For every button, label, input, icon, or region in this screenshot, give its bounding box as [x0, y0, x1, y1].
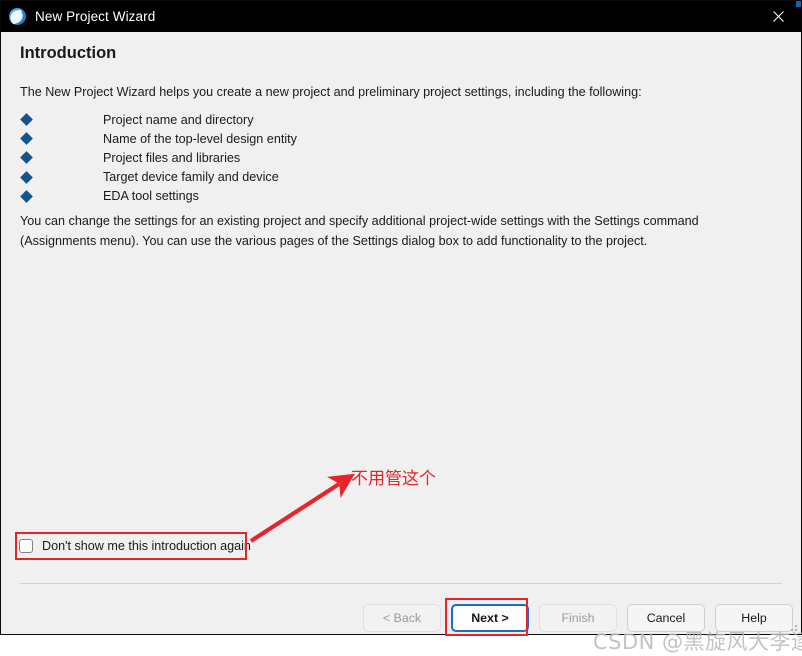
new-project-wizard-window: New Project Wizard Introduction The New … — [0, 0, 802, 654]
quartus-globe-icon — [9, 8, 26, 25]
list-item-label: Project files and libraries — [103, 150, 241, 165]
dialog-footer: < Back Next > Finish Cancel Help — [1, 598, 801, 638]
help-button[interactable]: Help — [715, 604, 793, 632]
list-item: Project name and directory — [20, 110, 520, 129]
list-item: Project files and libraries — [20, 148, 520, 167]
resize-grip[interactable] — [788, 622, 797, 631]
close-icon[interactable] — [756, 1, 801, 32]
cancel-button[interactable]: Cancel — [627, 604, 705, 632]
list-item-label: Name of the top-level design entity — [103, 131, 297, 146]
diamond-bullet-icon — [20, 170, 33, 184]
window-titlebar: New Project Wizard — [1, 1, 801, 32]
checkbox-box-icon[interactable] — [19, 539, 33, 553]
window-title: New Project Wizard — [35, 9, 156, 24]
list-item-label: Project name and directory — [103, 112, 254, 127]
next-button-group: Next > — [441, 598, 529, 636]
list-item: Target device family and device — [20, 168, 520, 187]
list-item-label: EDA tool settings — [103, 189, 199, 204]
finish-button[interactable]: Finish — [539, 604, 617, 632]
titlebar-corner-accent — [796, 1, 801, 7]
diamond-bullet-icon — [20, 189, 33, 203]
feature-list: Project name and directory Name of the t… — [20, 110, 520, 206]
annotation-note: 不用管这个 — [351, 469, 436, 489]
settings-paragraph: You can change the settings for an exist… — [20, 214, 699, 248]
page-title: Introduction — [20, 44, 117, 62]
dialog-content: Introduction The New Project Wizard help… — [1, 32, 802, 654]
diamond-bullet-icon — [20, 113, 33, 126]
diamond-bullet-icon — [20, 132, 33, 146]
next-button[interactable]: Next > — [451, 604, 529, 632]
list-item: Name of the top-level design entity — [20, 129, 520, 148]
back-button[interactable]: < Back — [363, 604, 441, 632]
list-item: EDA tool settings — [20, 187, 520, 206]
list-item-label: Target device family and device — [103, 170, 279, 185]
footer-divider — [20, 583, 782, 584]
diamond-bullet-icon — [20, 151, 33, 165]
intro-paragraph: The New Project Wizard helps you create … — [20, 85, 642, 99]
dont-show-again-checkbox[interactable]: Don't show me this introduction again — [19, 539, 251, 553]
window-controls — [756, 1, 801, 32]
checkbox-label: Don't show me this introduction again — [42, 539, 251, 553]
